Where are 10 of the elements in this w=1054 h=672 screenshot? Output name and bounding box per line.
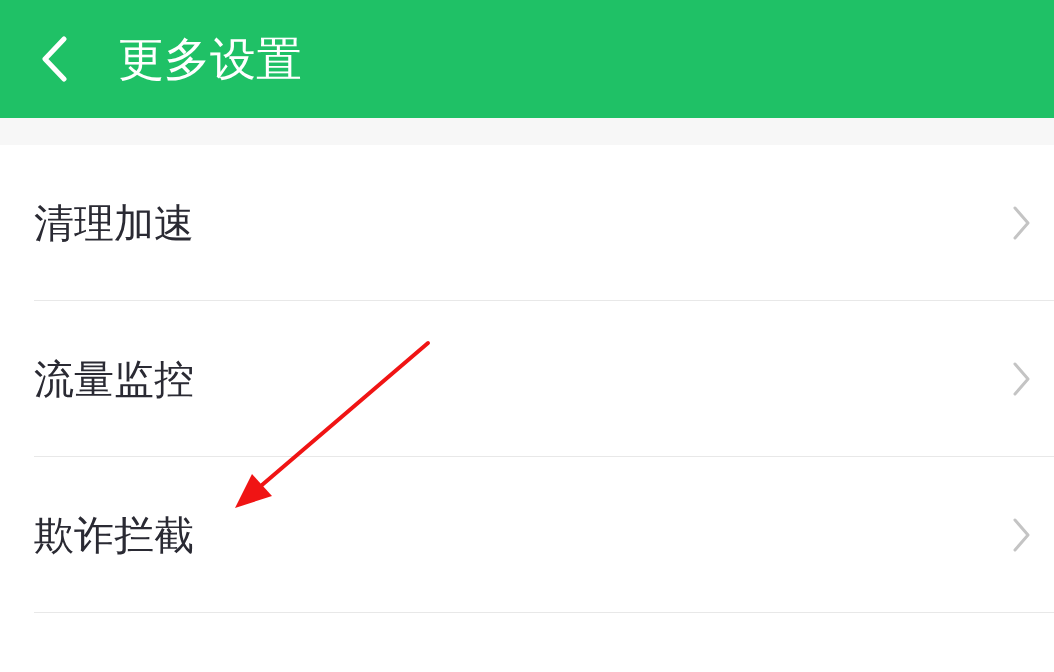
chevron-right-icon [1012, 361, 1030, 396]
chevron-right-icon [1012, 205, 1030, 240]
settings-item[interactable]: 流量监控 [34, 301, 1054, 457]
item-label: 欺诈拦截 [34, 514, 194, 555]
back-icon [40, 36, 68, 82]
settings-item[interactable]: 清理加速 [34, 145, 1054, 301]
item-label: 流量监控 [34, 358, 194, 399]
page-title: 更多设置 [118, 36, 302, 82]
item-label: 清理加速 [34, 202, 194, 243]
chevron-right-icon [1012, 517, 1030, 552]
